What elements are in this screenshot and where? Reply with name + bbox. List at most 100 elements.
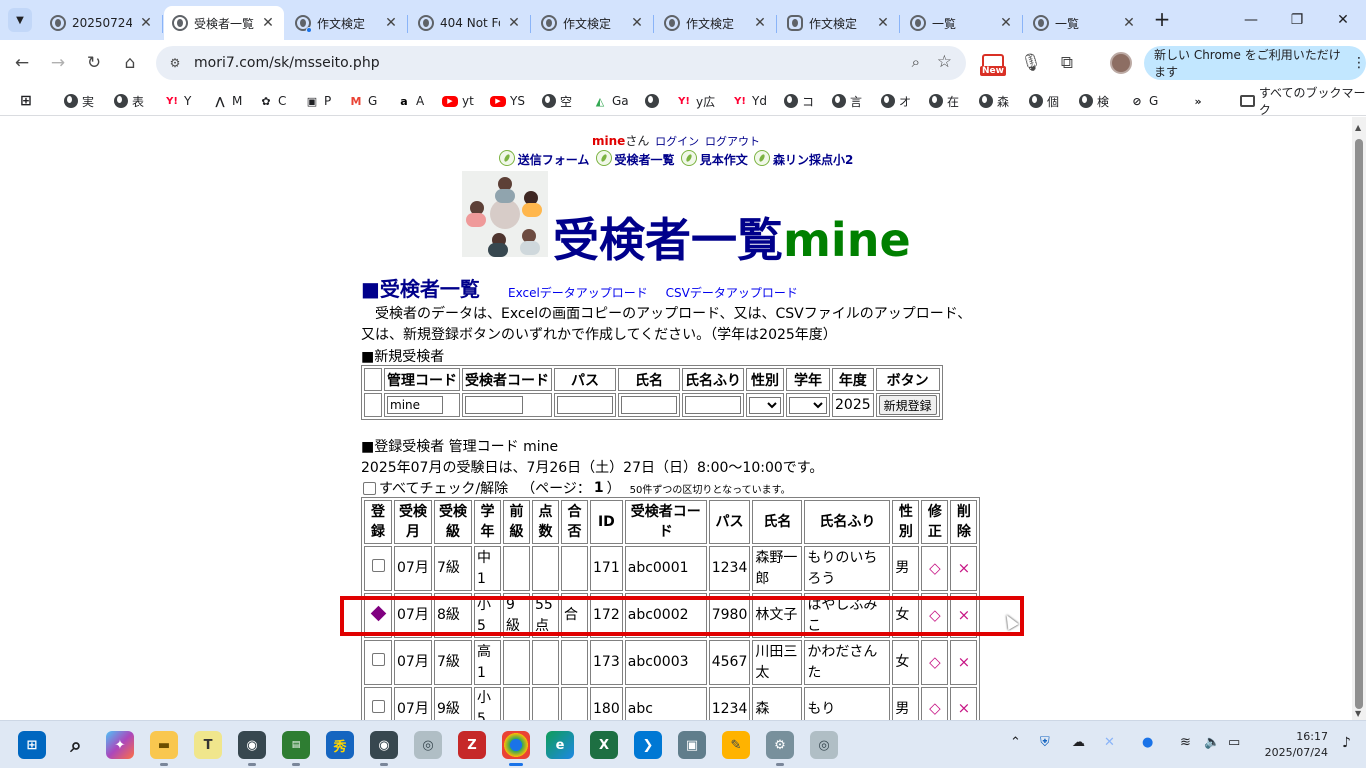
nav-send-form[interactable]: 送信フォーム (498, 149, 589, 168)
close-icon[interactable]: ✕ (383, 15, 399, 31)
bookmark-17[interactable]: オ (881, 92, 911, 110)
row-checkbox[interactable] (371, 653, 385, 666)
edit-diamond-icon[interactable]: ◇ (929, 653, 941, 671)
bookmark-18[interactable]: 在 (929, 92, 959, 110)
tab-8[interactable]: 一覧 ✕ (1025, 6, 1145, 40)
extension-new-icon[interactable]: New (980, 54, 1006, 78)
zoom-icon[interactable]: ⌕ (912, 53, 920, 71)
bookmark-7[interactable]: aA (396, 92, 424, 110)
bookmark-10[interactable]: 空 (542, 92, 572, 110)
excel-icon[interactable]: X (590, 731, 618, 759)
file-explorer-icon[interactable]: ▬ (150, 731, 178, 766)
bookmark-16[interactable]: 言 (832, 92, 862, 110)
delete-x-icon[interactable]: × (958, 559, 971, 577)
csv-upload-link[interactable]: CSVデータアップロード (666, 286, 798, 300)
examinee-code-input[interactable] (465, 396, 523, 414)
bookmark-14[interactable]: Y! Yd (732, 92, 767, 110)
apps-grid-icon[interactable]: ⊞ (18, 92, 34, 110)
bookmark-6[interactable]: MG (348, 92, 378, 110)
kanji-app-icon[interactable]: 秀 (326, 731, 354, 759)
password-input[interactable] (557, 396, 613, 414)
close-icon[interactable]: ✕ (875, 15, 891, 31)
chrome-icon[interactable] (502, 731, 530, 766)
speaker-icon[interactable]: 🔈 (1204, 735, 1220, 750)
tab-6[interactable]: 作文検定 ✕ (779, 6, 900, 40)
webcam-icon-2[interactable]: ◎ (810, 731, 838, 759)
profile-avatar[interactable] (1110, 52, 1132, 74)
bookmark-13[interactable]: Y! y広 (676, 92, 715, 110)
new-tab-button[interactable]: + (1150, 8, 1174, 32)
scroll-up-icon[interactable]: ▲ (1355, 123, 1361, 132)
pen-app-icon[interactable]: ✎ (722, 731, 750, 759)
all-bookmarks[interactable]: すべてのブックマーク (1240, 86, 1366, 117)
security-shield-icon[interactable]: ⛨ (1040, 735, 1050, 750)
bookmark-15[interactable]: コ (784, 92, 814, 110)
bookmark-3[interactable]: ⋀ M (212, 92, 242, 110)
back-button[interactable]: ← (9, 50, 35, 76)
vscode-icon[interactable]: ❯ (634, 731, 662, 759)
tray-chevron-up-icon[interactable]: ⌃ (1010, 735, 1021, 750)
bookmark-1[interactable]: 表 (114, 92, 144, 110)
bookmark-8[interactable]: ▶ yt (442, 92, 474, 110)
notification-bell-icon[interactable]: ♪ (1342, 735, 1351, 751)
page-scrollbar[interactable]: ▲ ▼ (1352, 117, 1366, 720)
bookmark-22[interactable]: ⊘ G (1129, 92, 1158, 110)
chrome-update-button[interactable]: 新しい Chrome をご利用いただけます ⋮ (1144, 46, 1366, 80)
nav-examinee-list[interactable]: 受検者一覧 (595, 149, 675, 168)
scroll-down-icon[interactable]: ▼ (1355, 709, 1361, 718)
bookmark-11[interactable]: ◭ Ga (592, 92, 629, 110)
text-editor-icon[interactable]: T (194, 731, 222, 759)
check-all-checkbox[interactable] (363, 481, 376, 495)
row-checkbox[interactable] (371, 699, 385, 713)
tab-4[interactable]: 作文検定 ✕ (533, 6, 654, 40)
check-all-label[interactable]: すべてチェック/解除 (379, 478, 508, 498)
forward-button[interactable]: → (45, 50, 71, 76)
tab-search-button[interactable]: ▼ (8, 8, 32, 32)
clock[interactable]: 16:17 2025/07/24 (1262, 729, 1328, 761)
bookmark-21[interactable]: 検 (1079, 92, 1109, 110)
copilot-icon[interactable]: ✦ (106, 731, 134, 759)
bookmark-9[interactable]: ▶ YS (490, 92, 525, 110)
home-button[interactable]: ⌂ (117, 50, 143, 76)
minimize-button[interactable]: — (1228, 0, 1274, 40)
tab-7[interactable]: 一覧 ✕ (902, 6, 1023, 40)
close-icon[interactable]: ✕ (1121, 15, 1137, 31)
edge-icon[interactable]: e (546, 731, 574, 759)
close-icon[interactable]: ✕ (506, 15, 522, 31)
search-icon[interactable]: ⌕ (62, 731, 90, 759)
reload-button[interactable]: ↻ (81, 50, 107, 76)
close-icon[interactable]: ✕ (138, 15, 154, 31)
bookmark-5[interactable]: ▣ P (304, 92, 331, 110)
bookmark-19[interactable]: 森 (979, 92, 1009, 110)
close-window-button[interactable]: ✕ (1320, 0, 1366, 40)
board-app-icon[interactable]: ▤ (282, 731, 310, 766)
filezilla-icon[interactable]: Z (458, 731, 486, 759)
remote-app-icon[interactable]: ▣ (678, 731, 706, 759)
delete-x-icon[interactable]: × (958, 653, 971, 671)
tab-1[interactable]: 受検者一覧 ✕ (164, 6, 284, 40)
bookmark-4[interactable]: ✿ C (258, 92, 286, 110)
delete-x-icon[interactable]: × (958, 699, 971, 717)
tray-app-icon[interactable]: ● (1142, 735, 1153, 750)
close-icon[interactable]: ✕ (629, 15, 645, 31)
url-text[interactable]: mori7.com/sk/msseito.php (194, 55, 380, 71)
nav-morin-scoring[interactable]: 森リン採点小2 (753, 149, 853, 168)
tab-2[interactable]: 作文検定 ✕ (287, 6, 408, 40)
restore-button[interactable]: ❐ (1274, 0, 1320, 40)
bookmarks-overflow[interactable]: » (1190, 92, 1206, 110)
edit-diamond-icon[interactable]: ◇ (929, 559, 941, 577)
windows-start-icon[interactable]: ⊞ (18, 731, 46, 759)
logout-link[interactable]: ログアウト (705, 135, 760, 148)
site-info-icon[interactable]: ⚙ (166, 54, 184, 72)
edit-diamond-icon[interactable]: ◇ (929, 699, 941, 717)
scrollbar-thumb[interactable] (1355, 139, 1363, 709)
row-checkbox[interactable] (371, 559, 385, 572)
bookmark-2[interactable]: Y! Y (164, 92, 191, 110)
bookmark-12[interactable] (645, 92, 659, 110)
school-year-select[interactable] (789, 397, 827, 414)
cross-icon[interactable]: ✕ (1104, 735, 1115, 750)
name-furigana-input[interactable] (685, 396, 741, 414)
excel-upload-link[interactable]: Excelデータアップロード (508, 286, 648, 300)
name-input[interactable] (621, 396, 677, 414)
nav-sample-essay[interactable]: 見本作文 (680, 149, 748, 168)
